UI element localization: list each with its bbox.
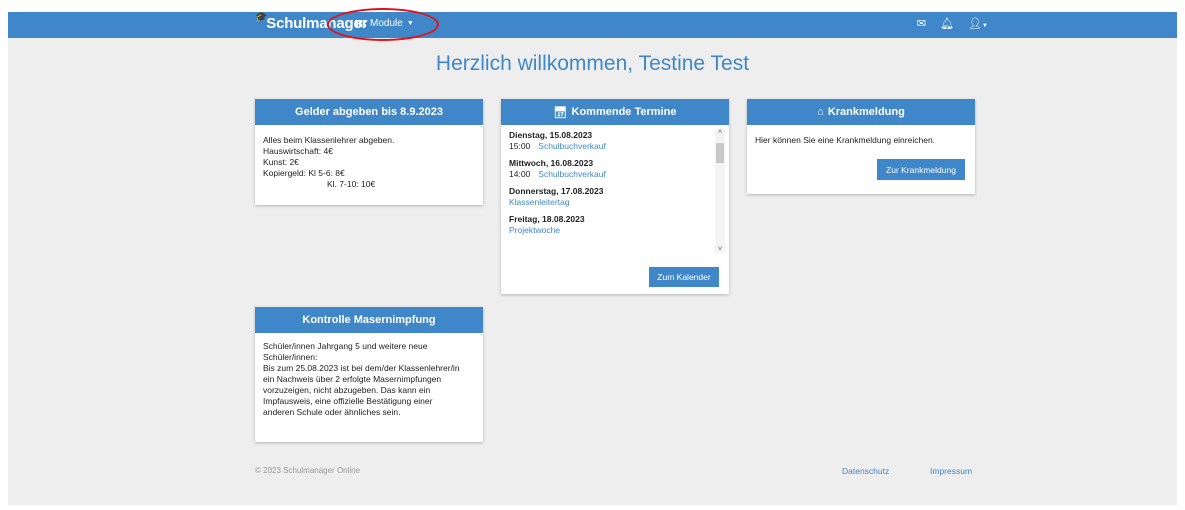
event-link[interactable]: Klassenleitertag xyxy=(509,197,569,208)
masern-line: Schüler/innen Jahrgang 5 und weitere neu… xyxy=(263,341,428,351)
brand-name: Schulmanager xyxy=(266,15,368,32)
brand-logo[interactable]: 🎓 Schulmanager xyxy=(255,12,368,32)
masern-line: anderen Schule oder ähnliches sein. xyxy=(263,407,401,417)
gelder-line: Alles beim Klassenlehrer abgeben. xyxy=(263,135,395,145)
module-menu[interactable]: Module ▼ xyxy=(355,18,414,29)
nav-right-icons: ✉ 🔔︎ 👤︎▼ xyxy=(917,17,988,30)
user-icon[interactable]: 👤︎▼ xyxy=(968,17,988,30)
krank-card: ⌂ Krankmeldung Hier können Sie eine Kran… xyxy=(747,99,975,194)
list-item: Freitag, 18.08.2023 Projektwoche xyxy=(509,214,721,236)
termine-card-header: 📅︎ Kommende Termine xyxy=(501,99,729,125)
masern-line: vorzuzeigen, nicht abzugeben. Das kann e… xyxy=(263,385,431,395)
list-item: Mittwoch, 16.08.2023 14:00 Schulbuchverka… xyxy=(509,158,721,180)
event-link[interactable]: Projektwoche xyxy=(509,225,560,236)
masern-line: Schüler/innen: xyxy=(263,352,318,362)
gelder-line: Kopiergeld: Kl 5-6: 8€ xyxy=(263,168,345,178)
scrollbar-thumb[interactable] xyxy=(716,143,724,163)
masern-card: Kontrolle Masernimpfung Schüler/innen Ja… xyxy=(255,307,483,442)
datenschutz-link[interactable]: Datenschutz xyxy=(842,466,889,476)
event-time: 14:00 xyxy=(509,169,531,179)
scrollbar[interactable]: ˄ ˅ xyxy=(715,129,725,253)
masern-line: Impfausweis, eine offizielle Bestätigung… xyxy=(263,396,433,406)
grid-icon xyxy=(355,20,366,27)
zur-krankmeldung-button[interactable]: Zur Krankmeldung xyxy=(877,159,965,180)
masern-line: Bis zum 25.08.2023 ist bei dem/der Klass… xyxy=(263,363,460,373)
event-link[interactable]: Schulbuchverkauf xyxy=(538,141,606,152)
gelder-line: Hauswirtschaft: 4€ xyxy=(263,146,333,156)
welcome-heading: Herzlich willkommen, Testine Test xyxy=(435,52,750,75)
mail-icon[interactable]: ✉ xyxy=(917,17,926,30)
gelder-card-body: Alles beim Klassenlehrer abgeben. Hauswi… xyxy=(255,125,483,198)
gelder-line: Kunst: 2€ xyxy=(263,157,299,167)
gelder-card-header: Gelder abgeben bis 8.9.2023 xyxy=(255,99,483,125)
termine-card: 📅︎ Kommende Termine Dienstag, 15.08.2023… xyxy=(501,99,729,294)
footer-copyright: © 2023 Schulmanager Online xyxy=(255,466,361,475)
event-date: Mittwoch, 16.08.2023 xyxy=(509,158,594,168)
masern-card-body: Schüler/innen Jahrgang 5 und weitere neu… xyxy=(255,333,483,426)
event-link[interactable]: Schulbuchverkauf xyxy=(538,169,606,180)
graduation-cap-icon: 🎓 xyxy=(255,12,268,23)
list-item: Donnerstag, 17.08.2023 Klassenleitertag xyxy=(509,186,721,208)
masern-title: Kontrolle Masernimpfung xyxy=(302,314,436,326)
chevron-up-icon[interactable]: ˄ xyxy=(715,129,725,136)
bell-icon[interactable]: 🔔︎ xyxy=(940,17,954,30)
top-navbar: 🎓 Schulmanager Module ▼ ✉ 🔔︎ 👤︎▼ xyxy=(8,8,1177,41)
impressum-link[interactable]: Impressum xyxy=(930,466,972,476)
list-item: Dienstag, 15.08.2023 15:00 Schulbuchverka… xyxy=(509,130,721,152)
masern-line: ein Nachweis über 2 erfolgte Masernimpfu… xyxy=(263,374,442,384)
masern-card-header: Kontrolle Masernimpfung xyxy=(255,307,483,333)
krank-text: Hier können Sie eine Krankmeldung einrei… xyxy=(755,135,936,145)
event-date: Freitag, 18.08.2023 xyxy=(509,214,585,224)
chevron-down-icon[interactable]: ˅ xyxy=(715,246,725,253)
home-icon: ⌂ xyxy=(817,106,824,118)
event-date: Donnerstag, 17.08.2023 xyxy=(509,186,604,196)
calendar-icon: 📅︎ xyxy=(553,106,568,119)
module-menu-label: Module xyxy=(370,18,403,29)
event-date: Dienstag, 15.08.2023 xyxy=(509,130,593,140)
krank-card-body: Hier können Sie eine Krankmeldung einrei… xyxy=(747,125,975,154)
termine-title: Kommende Termine xyxy=(571,106,677,118)
event-time: 15:00 xyxy=(509,141,531,151)
gelder-title: Gelder abgeben bis 8.9.2023 xyxy=(295,106,443,118)
krank-title: Krankmeldung xyxy=(827,106,905,118)
termine-list[interactable]: Dienstag, 15.08.2023 15:00 Schulbuchverka… xyxy=(501,125,729,255)
gelder-line: Kl. 7-10: 10€ xyxy=(327,179,376,189)
zum-kalender-button[interactable]: Zum Kalender xyxy=(649,267,719,287)
gelder-card: Gelder abgeben bis 8.9.2023 Alles beim K… xyxy=(255,99,483,205)
caret-down-icon: ▼ xyxy=(406,20,414,27)
krank-card-header: ⌂ Krankmeldung xyxy=(747,99,975,125)
app-frame: 🎓 Schulmanager Module ▼ ✉ 🔔︎ 👤︎▼ Herzlic… xyxy=(8,8,1177,505)
